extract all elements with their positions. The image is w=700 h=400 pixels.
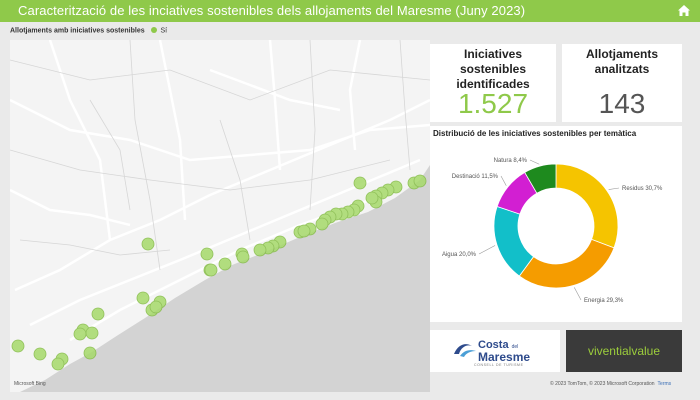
map-marker[interactable]	[365, 191, 379, 205]
kpi-accommodations-card: Allotjaments analitzats 143	[562, 44, 682, 122]
map-marker[interactable]	[413, 174, 427, 188]
map-marker[interactable]	[253, 243, 267, 257]
kpi-initiatives-title: Iniciatives sostenibles identificades	[456, 47, 530, 91]
vivential-value-logo: viventialvalue	[566, 330, 682, 372]
map-marker[interactable]	[149, 300, 163, 314]
page-title: Caracterització de les inciatives sosten…	[18, 3, 526, 18]
donut-chart-card: Distribució de les iniciatives sostenibl…	[430, 126, 682, 322]
donut-chart[interactable]: Residus 30,7% Energia 29,3% Aigua 20,0% Des…	[430, 126, 682, 322]
map-marker[interactable]	[73, 327, 87, 341]
donut-label-energia: Energia 29,3%	[584, 298, 624, 304]
donut-leader-line	[478, 245, 496, 255]
donut-label-residus: Residus 30,7%	[622, 186, 663, 192]
map-marker[interactable]	[315, 217, 329, 231]
map-marker[interactable]	[353, 176, 367, 190]
donut-label-destinació: Destinació 11,5%	[452, 174, 499, 180]
map-legend-item[interactable]: Sí	[161, 28, 168, 35]
map-marker[interactable]	[236, 250, 250, 264]
kpi-initiatives-card: Iniciatives sostenibles identificades 1.…	[430, 44, 556, 122]
map-marker[interactable]	[83, 346, 97, 360]
map-marker[interactable]	[141, 237, 155, 251]
costa-maresme-tagline: CONSELL DE TURISME	[474, 363, 524, 367]
kpi-accommodations-title: Allotjaments analitzats	[585, 47, 658, 76]
map-marker[interactable]	[91, 307, 105, 321]
title-bar: Caracterització de les inciatives sosten…	[0, 0, 700, 22]
map-marker[interactable]	[136, 291, 150, 305]
map-marker[interactable]	[11, 339, 25, 353]
donut-label-aigua: Aigua 20,0%	[442, 252, 477, 258]
vivential-value-text: viventialvalue	[587, 344, 661, 358]
donut-leader-line	[573, 287, 582, 301]
donut-leader-line	[529, 159, 540, 165]
map-legend-label: Allotjaments amb iniciatives sostenibles	[10, 27, 145, 35]
home-icon[interactable]	[676, 3, 692, 19]
donut-slice-residus[interactable]	[555, 163, 619, 249]
map-marker[interactable]	[85, 326, 99, 340]
map-legend: Allotjaments amb iniciatives sostenibles…	[10, 27, 167, 35]
legend-marker-icon	[150, 27, 157, 33]
costa-maresme-name: Costa del Maresme	[478, 340, 531, 364]
map-marker[interactable]	[51, 357, 65, 371]
kpi-accommodations-value: 143	[598, 88, 646, 119]
map-marker[interactable]	[200, 247, 214, 261]
map-copyright: © 2023 TomTom, © 2023 Microsoft Corporat…	[550, 381, 671, 387]
kpi-initiatives-value: 1.527	[457, 88, 529, 119]
map-marker[interactable]	[204, 263, 218, 277]
map-marker[interactable]	[218, 257, 232, 271]
wave-icon	[454, 344, 476, 357]
donut-label-natura: Natura 8,4%	[494, 158, 528, 164]
terms-link[interactable]: Terms	[658, 381, 672, 387]
donut-leader-line	[608, 187, 620, 190]
copyright-text: © 2023 TomTom, © 2023 Microsoft Corporat…	[550, 381, 655, 387]
costa-maresme-logo: Costa del Maresme CONSELL DE TURISME	[430, 330, 560, 372]
bing-logo: Microsoft Bing	[14, 381, 46, 387]
map-marker[interactable]	[33, 347, 47, 361]
map-canvas[interactable]	[10, 40, 430, 392]
map-marker[interactable]	[297, 224, 311, 238]
donut-leader-line	[500, 175, 507, 186]
maresme-word: Maresme	[478, 350, 531, 364]
donut-slice-energia[interactable]	[518, 238, 615, 289]
map-view[interactable]: Microsoft Bing	[10, 40, 430, 392]
